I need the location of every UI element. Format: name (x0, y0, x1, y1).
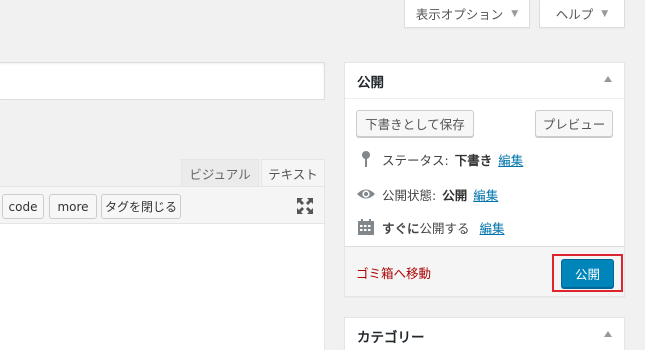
editor-textarea[interactable] (0, 224, 325, 350)
quicktag-code-button[interactable]: code (2, 194, 44, 219)
publish-box-header[interactable]: 公開 (345, 63, 624, 99)
publish-box-title: 公開 (357, 74, 384, 91)
quicktag-close-tags-button[interactable]: タグを閉じる (101, 194, 181, 219)
help-label: ヘルプ (555, 7, 594, 22)
schedule-row: すぐに公開する 編集 (356, 217, 505, 237)
status-edit-link[interactable]: 編集 (498, 150, 523, 169)
visibility-row: 公開状態: 公開 編集 (356, 184, 498, 204)
preview-button[interactable]: プレビュー (535, 110, 613, 137)
category-box: カテゴリー (344, 317, 625, 350)
help-button[interactable]: ヘルプ ▼ (539, 0, 625, 28)
move-to-trash-link[interactable]: ゴミ箱へ移動 (356, 263, 431, 282)
publish-box: 公開 下書きとして保存 プレビュー ステータス: 下書き 編集 公開状態: 公開… (344, 62, 625, 297)
category-box-header[interactable]: カテゴリー (345, 318, 624, 350)
status-label: ステータス: (382, 152, 449, 168)
collapse-toggle-icon[interactable] (604, 76, 612, 82)
screen-options-button[interactable]: 表示オプション ▼ (404, 0, 530, 28)
quicktag-more-button[interactable]: more (49, 194, 97, 219)
schedule-prefix: すぐに (382, 220, 420, 236)
collapse-toggle-icon[interactable] (604, 331, 612, 337)
post-title-input[interactable] (0, 62, 325, 100)
save-draft-button[interactable]: 下書きとして保存 (356, 110, 474, 137)
pin-icon (356, 150, 376, 168)
tab-visual[interactable]: ビジュアル (181, 159, 259, 186)
chevron-down-icon: ▼ (511, 8, 519, 19)
major-publishing-actions: ゴミ箱へ移動 公開 (345, 246, 624, 296)
schedule-suffix: 公開する (419, 220, 470, 236)
schedule-edit-link[interactable]: 編集 (480, 218, 505, 237)
calendar-icon (356, 218, 376, 236)
chevron-down-icon: ▼ (601, 8, 609, 19)
visibility-value: 公開 (442, 187, 468, 203)
tab-text[interactable]: テキスト (261, 159, 325, 186)
eye-icon (356, 185, 376, 203)
visibility-label: 公開状態: (382, 187, 437, 203)
visibility-edit-link[interactable]: 編集 (473, 185, 498, 204)
screen-options-label: 表示オプション (415, 7, 504, 22)
category-box-title: カテゴリー (357, 329, 425, 346)
status-value: 下書き (454, 152, 493, 168)
status-row: ステータス: 下書き 編集 (356, 149, 523, 169)
fullscreen-icon[interactable] (296, 197, 314, 215)
publish-button[interactable]: 公開 (561, 259, 614, 288)
